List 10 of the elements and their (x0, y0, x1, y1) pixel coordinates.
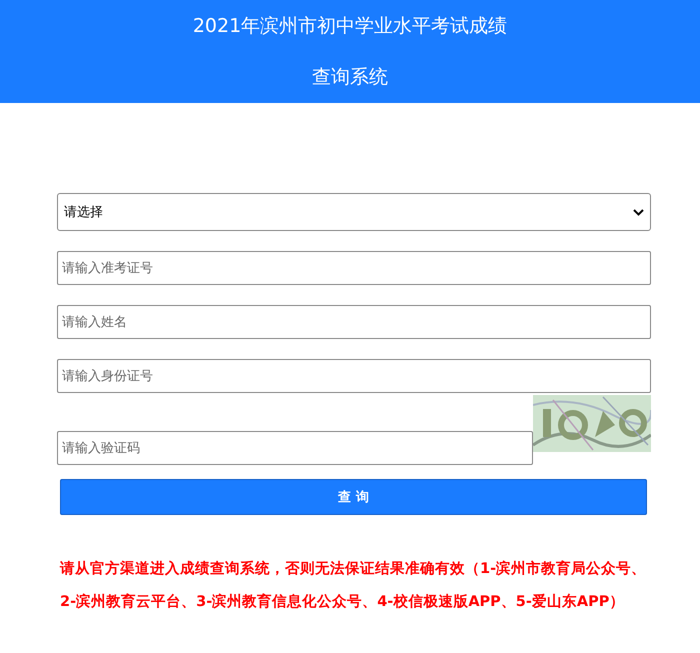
page-title: 2021年滨州市初中学业水平考试成绩 (192, 14, 508, 39)
page-title: 查询系统 (312, 65, 388, 90)
input-field[interactable]: 请输入准考证号 (57, 251, 651, 285)
captcha-field[interactable]: 请输入验证码 (57, 431, 533, 465)
query-button[interactable]: 查 询 (60, 479, 647, 515)
input-field[interactable]: 请输入姓名 (57, 305, 651, 339)
input-field[interactable]: 请输入身份证号 (57, 359, 651, 393)
select-dropdown[interactable]: 请选择 (57, 193, 651, 231)
chevron-down-icon (633, 208, 644, 216)
notice-text: 请从官方渠道进入成绩查询系统，否则无法保证结果准确有效（1-滨州市教育局公众号、2-滨州教育云平台、3-滨州教育信息化公众号、4-校信极速版APP、5-爱山东APP） (60, 559, 648, 612)
